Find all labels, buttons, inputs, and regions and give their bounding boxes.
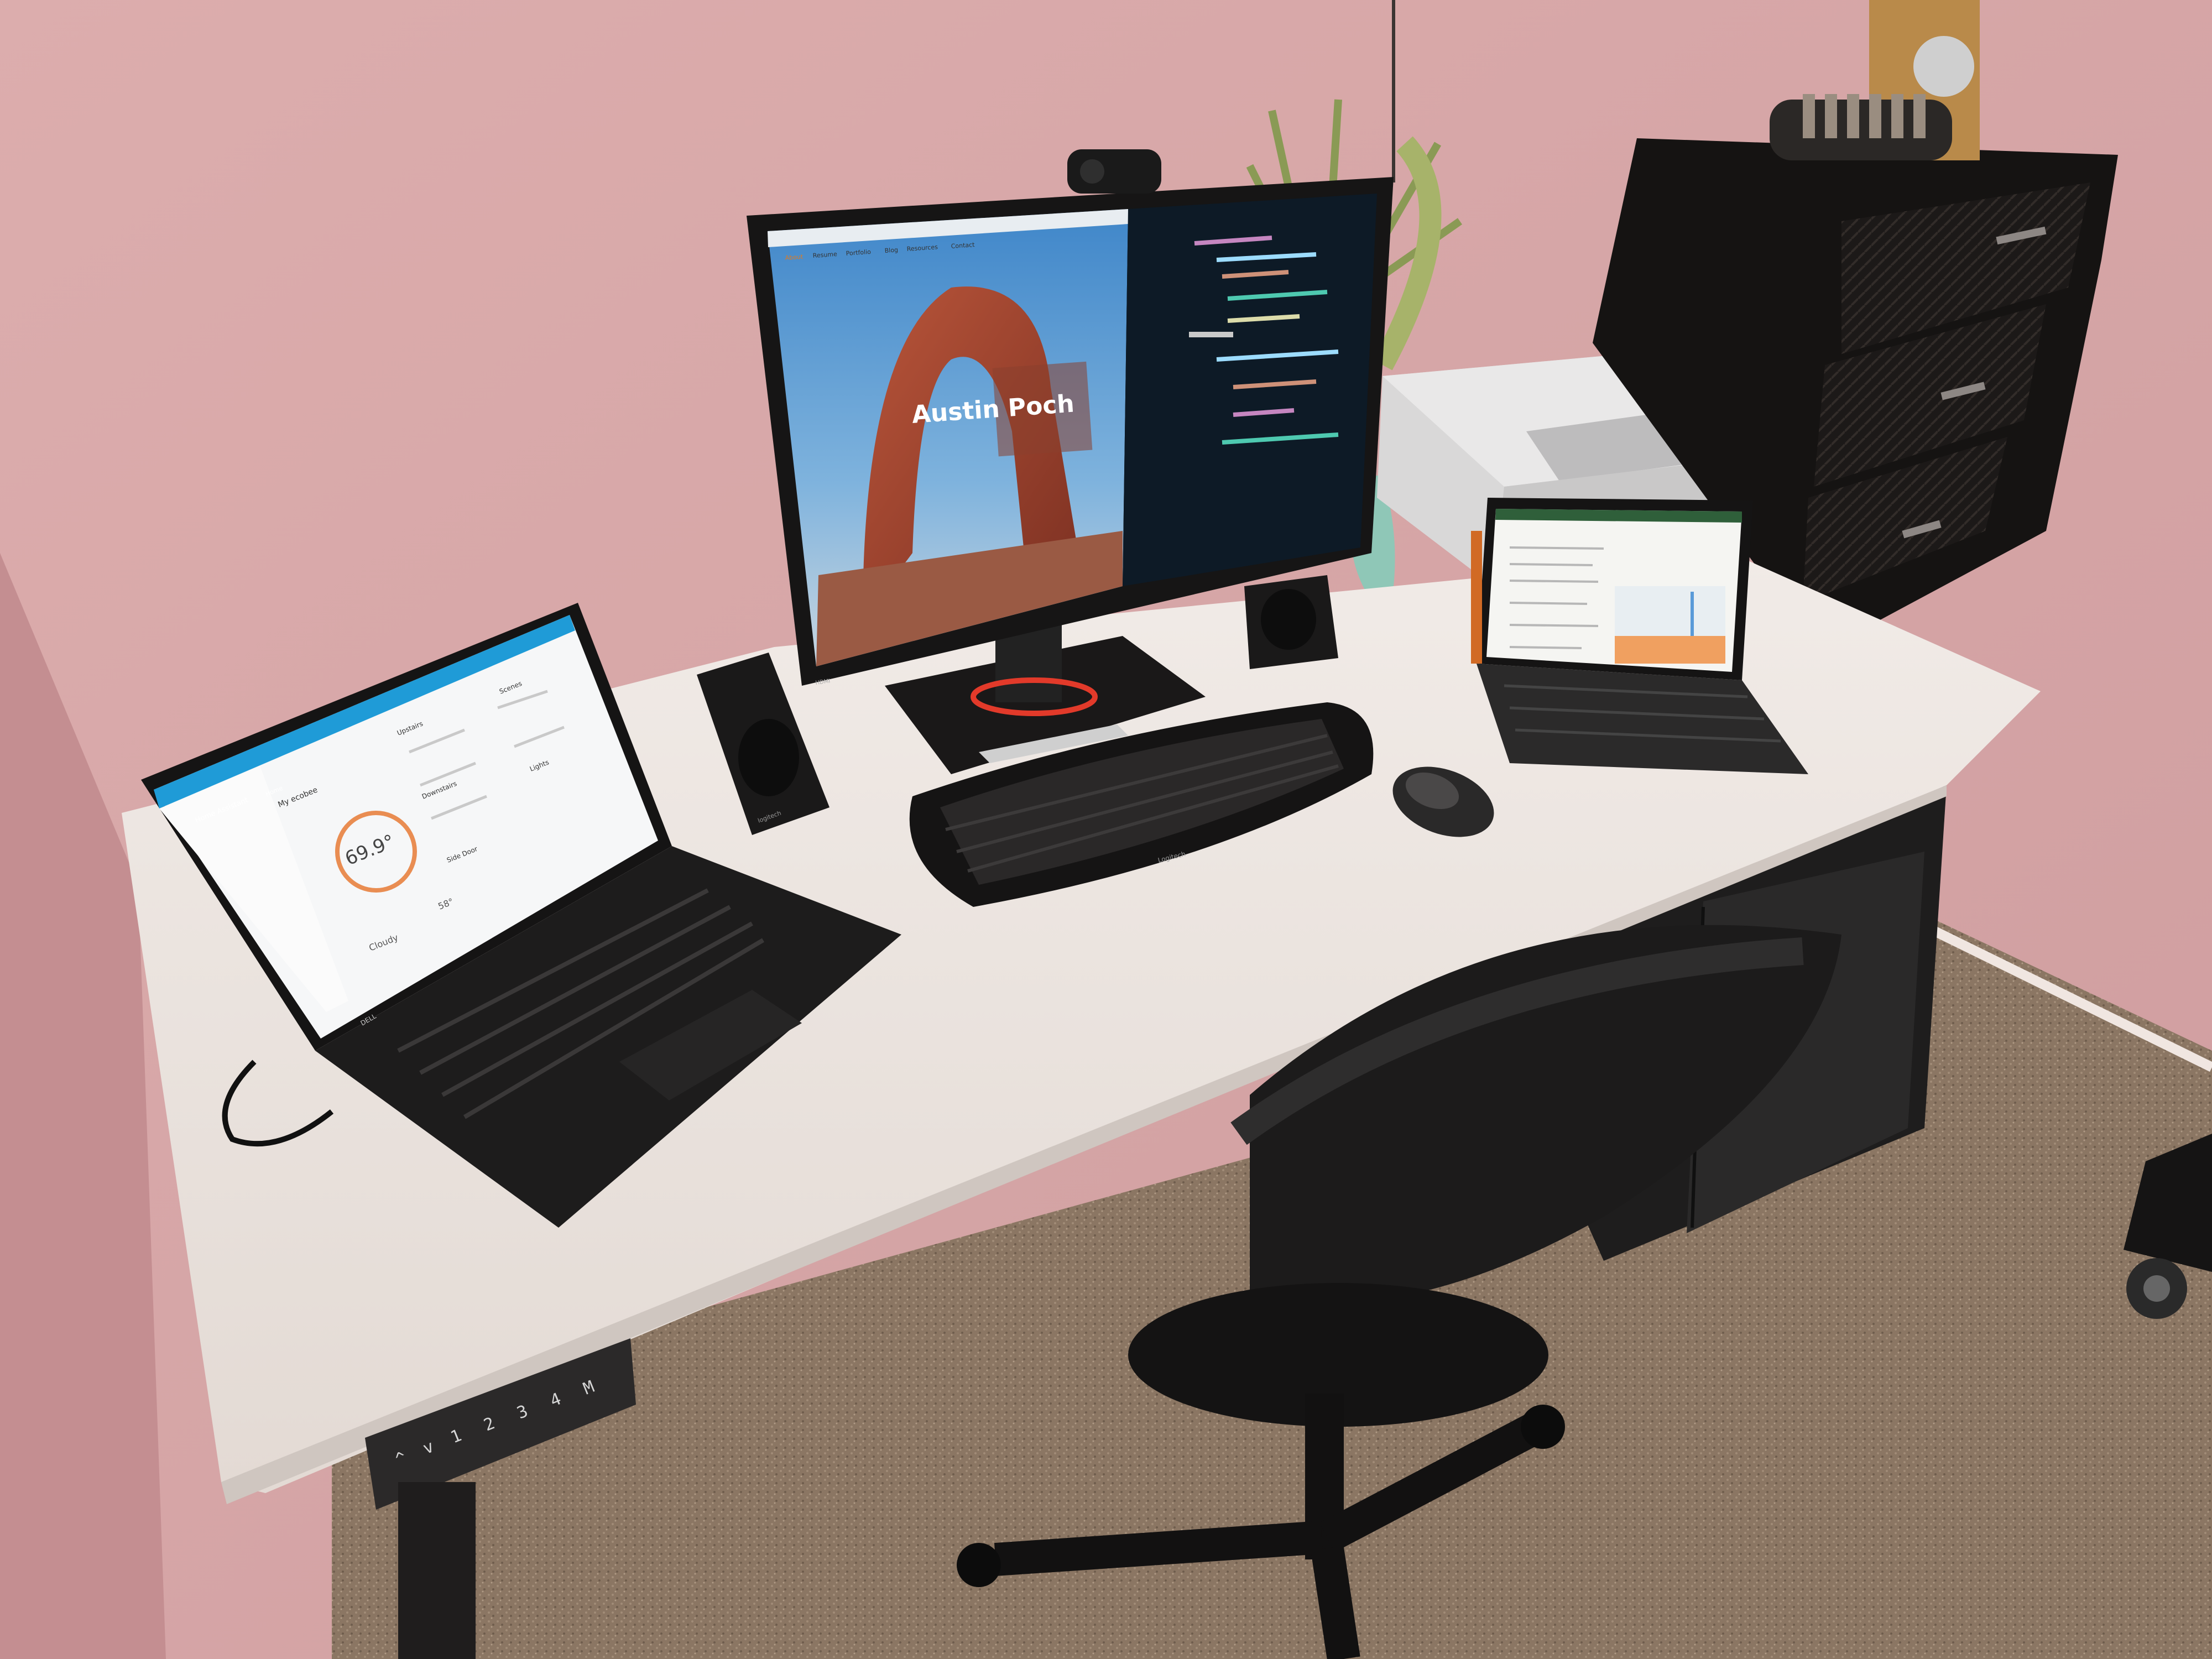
site-nav-about: About (785, 253, 804, 262)
desk-setup-photo: About Resume Portfolio Blog Resources Co… (0, 0, 2212, 1659)
site-nav-blog: Blog (884, 246, 898, 254)
code-editor-screen (1123, 194, 1377, 586)
webcam (1067, 149, 1161, 194)
desk-leg (398, 1482, 476, 1659)
right-speaker (1244, 575, 1338, 669)
